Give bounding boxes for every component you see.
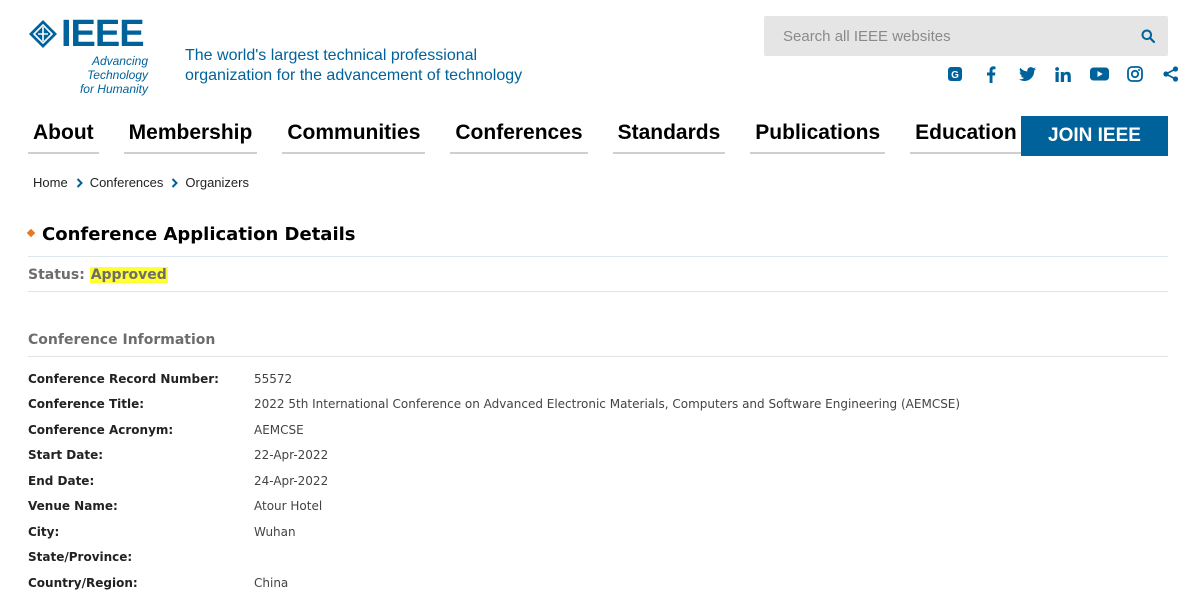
- main-nav: About Membership Communities Conferences…: [28, 116, 1047, 154]
- search-icon[interactable]: [1128, 16, 1168, 56]
- info-value: 22-Apr-2022: [254, 448, 329, 463]
- nav-about[interactable]: About: [28, 116, 99, 154]
- info-value: 24-Apr-2022: [254, 473, 329, 488]
- chevron-right-icon: [76, 177, 83, 188]
- info-row-country: Country/Region: China: [28, 570, 1168, 596]
- info-label: City:: [28, 524, 60, 539]
- info-row-start-date: Start Date: 22-Apr-2022: [28, 443, 1168, 469]
- divider: [28, 256, 1168, 257]
- join-ieee-button[interactable]: JOIN IEEE: [1021, 116, 1168, 156]
- info-row-state: State/Province:: [28, 545, 1168, 571]
- instagram-icon[interactable]: [1117, 64, 1153, 84]
- status-line: Status: Approved: [28, 267, 168, 283]
- nav-conferences[interactable]: Conferences: [450, 116, 588, 154]
- info-label: Conference Title:: [28, 397, 145, 412]
- breadcrumb: Home Conferences Organizers: [33, 175, 249, 190]
- info-label: Country/Region:: [28, 575, 138, 590]
- search-input[interactable]: [764, 16, 1128, 56]
- page-title: Conference Application Details: [26, 224, 356, 245]
- info-label: Venue Name:: [28, 499, 118, 514]
- info-row-city: City: Wuhan: [28, 519, 1168, 545]
- nav-education[interactable]: Education: [910, 116, 1022, 154]
- info-label: Conference Acronym:: [28, 422, 174, 437]
- info-value: China: [254, 575, 289, 590]
- nav-communities[interactable]: Communities: [282, 116, 426, 154]
- info-value: Atour Hotel: [254, 499, 323, 514]
- diamond-bullet-icon: [26, 228, 36, 237]
- conference-info-table: Conference Record Number: 55572 Conferen…: [28, 366, 1168, 596]
- status-badge: Approved: [89, 267, 168, 283]
- facebook-icon[interactable]: [973, 64, 1009, 84]
- divider: [28, 356, 1168, 357]
- search-bar: [764, 16, 1168, 56]
- nav-standards[interactable]: Standards: [612, 116, 726, 154]
- share-icon[interactable]: [1153, 64, 1189, 84]
- divider: [28, 291, 1168, 292]
- info-value: 55572: [254, 371, 293, 386]
- info-value: AEMCSE: [254, 422, 304, 437]
- info-label: Start Date:: [28, 448, 104, 463]
- ieee-diamond-icon: [28, 19, 58, 49]
- twitter-icon[interactable]: [1009, 64, 1045, 84]
- ieee-collabratec-icon[interactable]: G: [937, 64, 973, 84]
- info-label: End Date:: [28, 473, 95, 488]
- status-label: Status:: [28, 267, 85, 283]
- nav-publications[interactable]: Publications: [750, 116, 886, 154]
- ieee-logo[interactable]: IEEE Advancing Technology for Humanity: [28, 13, 152, 96]
- youtube-icon[interactable]: [1081, 64, 1117, 84]
- info-row-title: Conference Title: 2022 5th International…: [28, 392, 1168, 418]
- info-label: Conference Record Number:: [28, 371, 219, 386]
- tagline: The world's largest technical profession…: [185, 47, 523, 84]
- svg-text:G: G: [951, 70, 959, 81]
- breadcrumb-organizers[interactable]: Organizers: [185, 175, 249, 190]
- social-links: G: [937, 64, 1189, 84]
- info-row-acronym: Conference Acronym: AEMCSE: [28, 417, 1168, 443]
- linkedin-icon[interactable]: [1045, 64, 1081, 84]
- info-row-venue: Venue Name: Atour Hotel: [28, 494, 1168, 520]
- chevron-right-icon: [171, 177, 179, 188]
- info-row-end-date: End Date: 24-Apr-2022: [28, 468, 1168, 494]
- page-title-text: Conference Application Details: [42, 224, 356, 245]
- breadcrumb-conferences[interactable]: Conferences: [90, 175, 164, 190]
- logo-subtitle: Advancing Technology for Humanity: [79, 54, 148, 96]
- logo-wordmark: IEEE: [61, 13, 145, 55]
- info-label: State/Province:: [28, 550, 133, 565]
- info-value: Wuhan: [254, 524, 296, 539]
- nav-membership[interactable]: Membership: [123, 116, 258, 154]
- info-value: 2022 5th International Conference on Adv…: [254, 397, 961, 412]
- info-row-record-number: Conference Record Number: 55572: [28, 366, 1168, 392]
- conference-info-heading: Conference Information: [28, 332, 216, 348]
- breadcrumb-home[interactable]: Home: [33, 175, 68, 190]
